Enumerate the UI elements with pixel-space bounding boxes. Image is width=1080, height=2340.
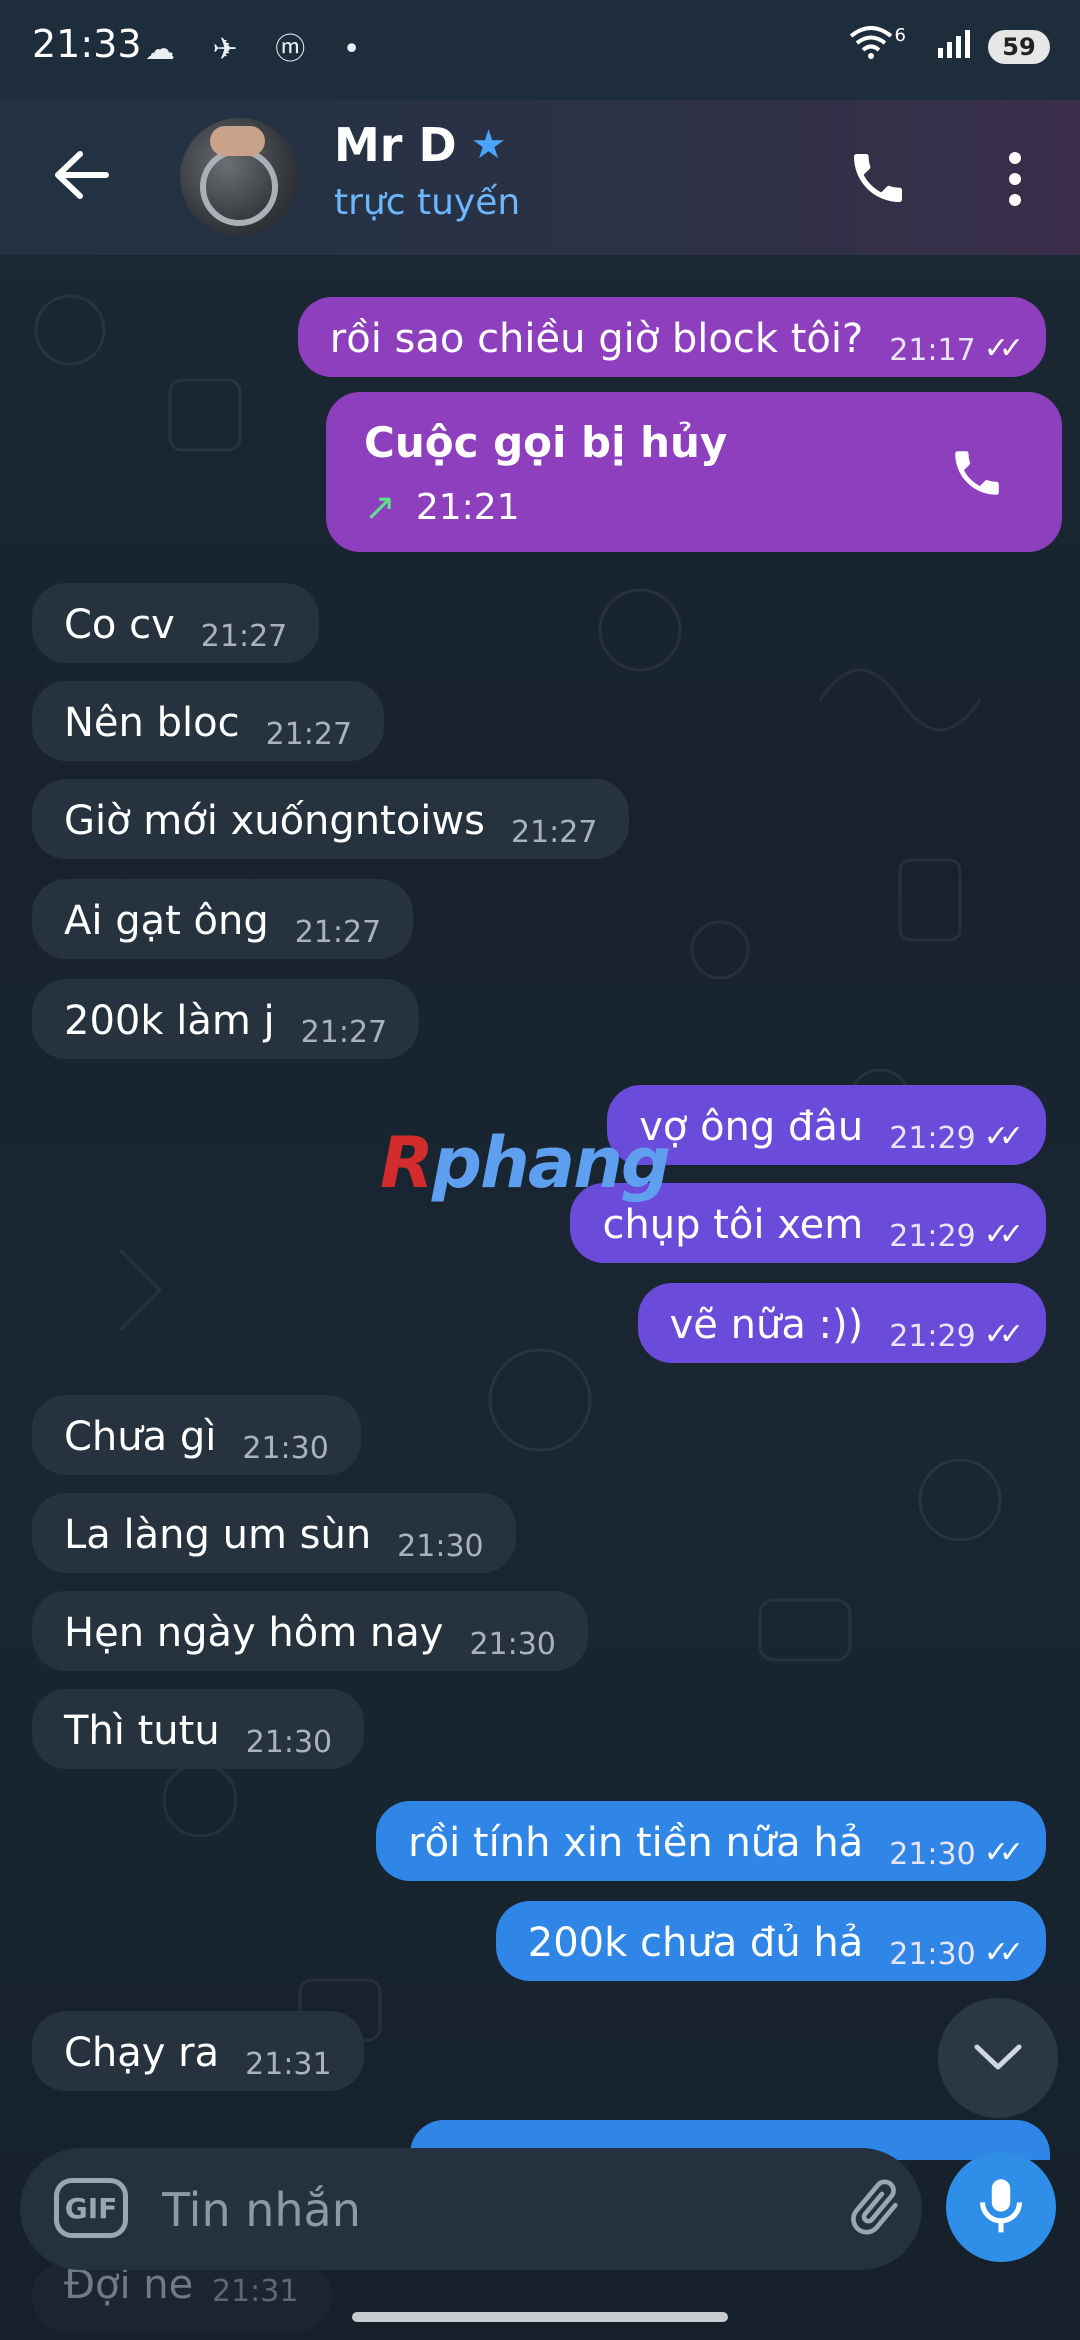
message-time: 21:27	[300, 1015, 388, 1050]
message-text: chụp tôi xem	[602, 1202, 864, 1248]
call-time: 21:21	[415, 486, 520, 528]
message-time: 21:27	[294, 915, 382, 950]
contact-status: trực tuyến	[334, 182, 521, 223]
message-text: 200k làm j	[64, 998, 275, 1044]
message-text: Thì tutu	[64, 1708, 220, 1754]
gesture-navigation-handle[interactable]	[352, 2312, 728, 2322]
premium-star-icon: ★	[470, 122, 507, 168]
message-time: 21:30	[242, 1431, 329, 1466]
message-time: 21:27	[265, 717, 353, 752]
message-bubble-incoming[interactable]: Giờ mới xuốngntoiws 21:27	[32, 779, 630, 859]
message-time-partial: 21:31	[212, 2274, 299, 2309]
message-time: 21:27	[510, 815, 598, 850]
outgoing-call-arrow-icon: ↗	[364, 485, 396, 529]
message-time: 21:29	[889, 1319, 976, 1354]
message-text: Co cv	[64, 602, 175, 648]
contact-name-area[interactable]: Mr D ★	[334, 118, 507, 172]
message-bubble-incoming[interactable]: Hẹn ngày hôm nay 21:30	[32, 1591, 588, 1671]
message-time: 21:29	[889, 1121, 976, 1156]
notification-icons: ☁ ✈ ⓜ •	[145, 32, 375, 67]
signal-icon	[936, 28, 972, 66]
message-bubble-incoming[interactable]: Chạy ra 21:31	[32, 2011, 364, 2091]
message-text: Chưa gì	[64, 1414, 217, 1460]
microphone-icon	[980, 2179, 1022, 2233]
message-time: 21:17	[889, 333, 976, 368]
message-text: rồi sao chiều giờ block tôi?	[329, 316, 864, 362]
message-bubble-incoming[interactable]: Nên bloc 21:27	[32, 681, 385, 761]
more-vertical-icon[interactable]	[1000, 148, 1030, 210]
back-arrow-icon[interactable]	[50, 150, 110, 200]
phone-icon[interactable]	[948, 444, 1006, 502]
message-bubble-incoming[interactable]: Thì tutu 21:30	[32, 1689, 365, 1769]
message-bubble-incoming[interactable]: La làng um sùn 21:30	[32, 1493, 516, 1573]
message-text: rồi tính xin tiền nữa hả	[408, 1820, 864, 1866]
message-input[interactable]	[160, 2168, 724, 2252]
message-bubble-outgoing[interactable]: 200k chưa đủ hả 21:30 ✓✓	[495, 1901, 1046, 1981]
message-text: vợ ông đâu	[639, 1104, 864, 1150]
chevron-down-icon	[974, 2044, 1022, 2070]
message-composer: GIF	[20, 2148, 922, 2270]
message-time: 21:30	[889, 1937, 976, 1972]
microphone-record-button[interactable]	[946, 2152, 1056, 2262]
message-text: Giờ mới xuốngntoiws	[64, 798, 485, 844]
watermark-logo: Rphang	[380, 1122, 671, 1204]
read-ticks-icon: ✓✓	[983, 331, 1024, 366]
read-ticks-icon: ✓✓	[983, 1835, 1024, 1870]
message-bubble-outgoing[interactable]: rồi sao chiều giờ block tôi? 21:17 ✓✓	[297, 297, 1046, 377]
message-text: Ai gạt ông	[64, 898, 269, 944]
read-ticks-icon: ✓✓	[983, 1317, 1024, 1352]
message-text: Nên bloc	[64, 700, 240, 746]
scroll-down-button[interactable]	[938, 1998, 1058, 2118]
message-text: Hẹn ngày hôm nay	[64, 1610, 444, 1656]
message-bubble-outgoing[interactable]: vợ ông đâu 21:29 ✓✓	[607, 1085, 1046, 1165]
message-bubble-incoming[interactable]: 200k làm j 21:27	[32, 979, 420, 1059]
wifi-icon	[849, 26, 893, 68]
status-time: 21:33	[32, 22, 142, 66]
message-bubble-incoming[interactable]: Chưa gì 21:30	[32, 1395, 361, 1475]
status-bar: 21:33 ☁ ✈ ⓜ • 6 59	[0, 0, 1080, 100]
network-badge: 6	[894, 24, 906, 46]
call-message-bubble[interactable]: Cuộc gọi bị hủy ↗ 21:21	[326, 392, 1062, 552]
paperclip-attach-icon[interactable]	[840, 2174, 910, 2244]
message-text: Chạy ra	[64, 2030, 220, 2076]
message-time: 21:30	[469, 1627, 556, 1662]
message-time: 21:31	[245, 2047, 332, 2082]
message-text: 200k chưa đủ hả	[527, 1920, 864, 1966]
message-bubble-incoming[interactable]: Ai gạt ông 21:27	[32, 879, 414, 959]
message-time: 21:29	[889, 1219, 976, 1254]
message-text: La làng um sùn	[64, 1512, 372, 1558]
message-bubble-outgoing[interactable]: vẽ nữa :)) 21:29 ✓✓	[637, 1283, 1046, 1363]
message-bubble-outgoing[interactable]: rồi tính xin tiền nữa hả 21:30 ✓✓	[376, 1801, 1046, 1881]
message-bubble-incoming[interactable]: Co cv 21:27	[32, 583, 320, 663]
message-time: 21:27	[200, 619, 288, 654]
message-time: 21:30	[245, 1725, 333, 1760]
message-text: vẽ nữa :))	[669, 1302, 864, 1348]
avatar[interactable]	[180, 118, 298, 236]
phone-call-icon[interactable]	[846, 146, 910, 210]
message-time: 21:30	[889, 1837, 976, 1872]
message-time: 21:30	[397, 1529, 484, 1564]
battery-indicator: 59	[988, 30, 1050, 64]
contact-name: Mr D	[334, 118, 457, 172]
call-title: Cuộc gọi bị hủy	[364, 418, 728, 467]
gif-sticker-button[interactable]: GIF	[54, 2178, 128, 2238]
read-ticks-icon: ✓✓	[983, 1935, 1024, 1970]
read-ticks-icon: ✓✓	[983, 1217, 1024, 1252]
message-list[interactable]: rồi sao chiều giờ block tôi? 21:17 ✓✓ Cuộc…	[0, 255, 1080, 2155]
chat-header: Mr D ★ trực tuyến	[0, 100, 1080, 255]
read-ticks-icon: ✓✓	[983, 1119, 1024, 1154]
